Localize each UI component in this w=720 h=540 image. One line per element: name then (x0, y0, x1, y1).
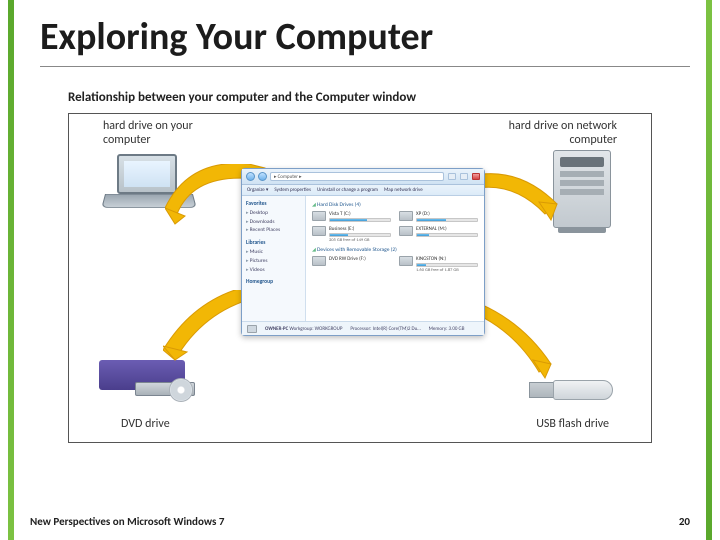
book-title: New Perspectives on Microsoft Windows 7 (30, 515, 224, 528)
label-hard-drive-network: hard drive on networkcomputer (509, 120, 617, 148)
nav-forward-icon[interactable] (258, 172, 267, 181)
hdd-icon (399, 211, 413, 221)
hdd-icon (312, 211, 326, 221)
computer-icon (247, 325, 257, 333)
dvd-drive-icon (99, 360, 203, 408)
section-hdd-title: Hard Disk Drives (4) (312, 202, 478, 208)
drive-kingston[interactable]: KINGSTON (N:)1.60 GB free of 1.87 GB (399, 256, 478, 273)
window-close-button[interactable] (472, 173, 480, 180)
hdd-icon (312, 226, 326, 236)
drive-d[interactable]: XP (D:) (399, 211, 478, 222)
section-removable-title: Devices with Removable Storage (2) (312, 247, 478, 253)
drive-e[interactable]: Business (E:)205 GB free of 149 GB (312, 226, 391, 243)
figure: Relationship between your computer and t… (68, 90, 652, 443)
slide-border-left (8, 0, 14, 540)
pc-workgroup: Workgroup: WORKGROUP (289, 326, 342, 332)
title-underline (40, 66, 690, 67)
nav-homegroup-header[interactable]: Homegroup (246, 278, 301, 287)
label-hard-drive-local: hard drive on yourcomputer (103, 120, 193, 148)
pc-memory: Memory: 3.00 GB (429, 326, 465, 332)
toolbar-system-properties[interactable]: System properties (274, 187, 311, 193)
nav-item-recent[interactable]: Recent Places (246, 226, 301, 235)
hdd-icon (399, 226, 413, 236)
toolbar-uninstall[interactable]: Uninstall or change a program (317, 187, 378, 193)
network-tower-icon (553, 150, 611, 228)
nav-back-icon[interactable] (246, 172, 255, 181)
slide-border-right (706, 0, 712, 540)
window-titlebar: ▸ Computer ▸ (242, 169, 484, 185)
drive-m[interactable]: EXTERNAL (M:) (399, 226, 478, 243)
window-maximize-button[interactable] (460, 173, 468, 180)
drive-dvd[interactable]: DVD RW Drive (F:) (312, 256, 391, 273)
toolbar-organize[interactable]: Organize ▾ (247, 187, 268, 193)
details-pane: OWNER-PC Workgroup: WORKGROUP Processor:… (242, 321, 484, 335)
figure-box: hard drive on yourcomputer hard drive on… (68, 113, 652, 443)
window-minimize-button[interactable] (448, 173, 456, 180)
nav-item-desktop[interactable]: Desktop (246, 209, 301, 218)
label-usb-drive: USB flash drive (536, 418, 609, 432)
slide-title: Exploring Your Computer (40, 14, 690, 60)
nav-item-pictures[interactable]: Pictures (246, 257, 301, 266)
nav-pane: Favorites Desktop Downloads Recent Place… (242, 196, 306, 321)
nav-item-downloads[interactable]: Downloads (246, 218, 301, 227)
laptop-icon (105, 154, 195, 216)
address-bar[interactable]: ▸ Computer ▸ (270, 172, 444, 181)
pc-processor: Processor: Intel(R) Core(TM)2 Du… (350, 326, 420, 332)
pc-name: OWNER-PC (265, 326, 288, 332)
nav-libraries-header[interactable]: Libraries (246, 239, 301, 248)
usb-drive-small-icon (399, 256, 413, 266)
toolbar-map-drive[interactable]: Map network drive (384, 187, 423, 193)
window-toolbar: Organize ▾ System properties Uninstall o… (242, 185, 484, 196)
nav-item-music[interactable]: Music (246, 248, 301, 257)
drive-c[interactable]: Vista T (C:) (312, 211, 391, 222)
title-block: Exploring Your Computer (40, 14, 690, 67)
figure-caption: Relationship between your computer and t… (68, 90, 652, 105)
computer-window: ▸ Computer ▸ Organize ▾ System propertie… (241, 168, 485, 336)
usb-drive-icon (529, 374, 613, 406)
optical-drive-icon (312, 256, 326, 266)
nav-favorites-header[interactable]: Favorites (246, 200, 301, 209)
content-pane: Hard Disk Drives (4) Vista T (C:) XP (D:… (306, 196, 484, 321)
page-number: 20 (679, 515, 690, 528)
slide-footer: New Perspectives on Microsoft Windows 7 … (30, 515, 690, 528)
nav-item-videos[interactable]: Videos (246, 266, 301, 275)
label-dvd-drive: DVD drive (121, 418, 170, 432)
